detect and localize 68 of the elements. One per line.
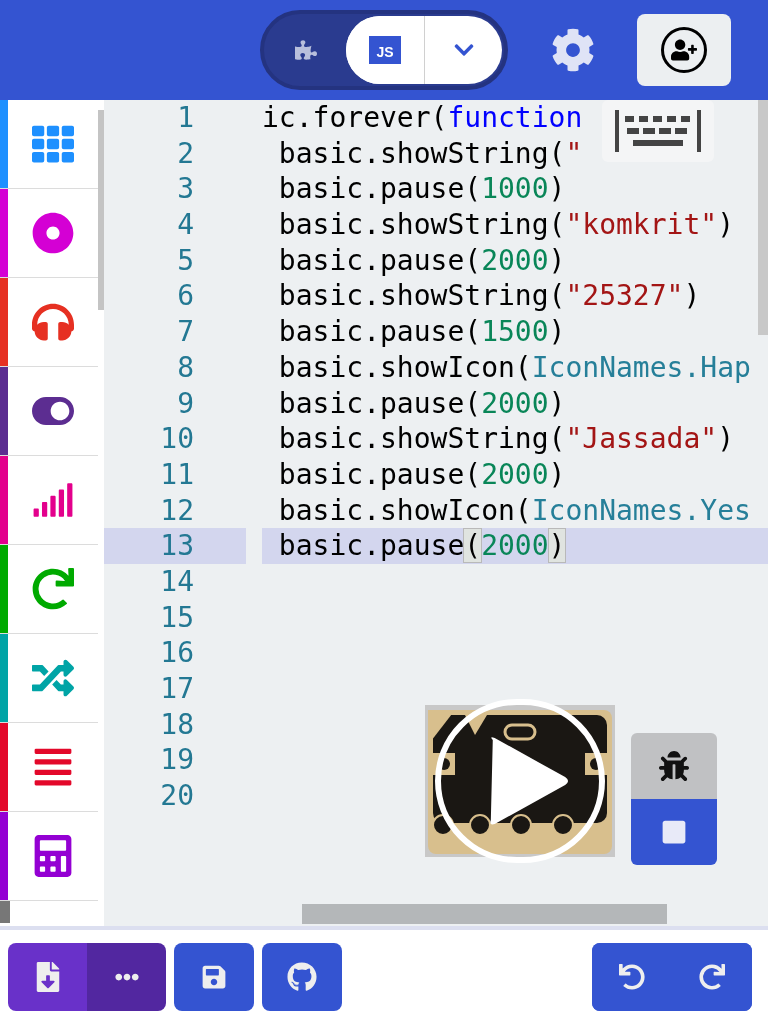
toolbox-category[interactable] — [0, 278, 98, 367]
debug-button[interactable] — [631, 733, 717, 799]
code-line: basic.pause(1000) — [277, 171, 566, 208]
keyboard-button[interactable] — [602, 100, 714, 162]
stop-button[interactable] — [631, 799, 717, 865]
save-button[interactable] — [174, 943, 254, 1011]
line-number: 11 — [159, 456, 195, 493]
shuffle-icon — [32, 657, 74, 699]
line-number: 3 — [176, 171, 195, 208]
js-icon: JS — [369, 36, 401, 64]
line-number: 4 — [176, 207, 195, 243]
line-number: 20 — [159, 778, 195, 814]
line-number: 16 — [159, 635, 195, 671]
line-number: 13 — [104, 528, 246, 564]
line-number: 17 — [159, 671, 195, 707]
line-number: 2 — [176, 135, 195, 172]
code-line: basic.pause(2000) — [277, 385, 566, 422]
code-line: ic.forever(function — [262, 100, 583, 136]
loop-arrow-icon — [32, 568, 74, 610]
code-line: basic.pause(1500) — [277, 314, 566, 350]
undo-icon — [619, 964, 645, 990]
settings-button[interactable] — [550, 27, 596, 73]
toolbox-category[interactable] — [0, 456, 98, 545]
settings-icon — [551, 28, 595, 72]
code-line: basic.showIcon(IconNames.Yes — [277, 492, 751, 529]
line-number: 19 — [159, 742, 195, 779]
list-lines-icon — [32, 746, 74, 788]
line-number: 5 — [176, 242, 195, 279]
user-add-icon — [661, 27, 707, 73]
puzzle-icon — [295, 39, 317, 61]
line-number: 8 — [176, 349, 195, 386]
code-line: basic.showIcon(IconNames.Hap — [277, 349, 751, 386]
toolbox-category[interactable] — [0, 367, 98, 456]
line-number: 6 — [176, 278, 195, 315]
redo-icon — [699, 964, 725, 990]
line-number: 7 — [176, 314, 195, 350]
code-line: basic.pause(2000) — [277, 456, 566, 493]
code-line: basic.pause(2000) — [277, 242, 566, 279]
grid-icon — [32, 123, 74, 165]
stop-icon — [661, 819, 687, 845]
line-number: 18 — [159, 706, 195, 743]
line-number: 10 — [159, 421, 195, 457]
bug-icon — [659, 751, 689, 781]
calculator-icon — [32, 835, 74, 877]
download-button[interactable] — [8, 943, 87, 1011]
scrollbar-thumb[interactable] — [98, 110, 104, 310]
code-line: basic.showString("25327") — [277, 278, 701, 315]
toolbox-category[interactable] — [0, 189, 98, 278]
code-line: basic.showString("Jassada") — [277, 421, 734, 457]
line-number: 14 — [159, 563, 195, 600]
play-button[interactable] — [435, 699, 605, 863]
line-number: 15 — [159, 599, 195, 636]
line-number: 12 — [159, 492, 195, 529]
toolbox-category[interactable] — [0, 812, 98, 901]
code-line: basic.showString(" — [277, 135, 583, 172]
line-number: 9 — [176, 385, 195, 422]
line-number: 1 — [176, 100, 195, 136]
github-button[interactable] — [262, 943, 342, 1011]
account-button[interactable] — [637, 14, 731, 86]
headphones-icon — [32, 301, 74, 343]
more-button[interactable] — [87, 943, 166, 1011]
code-line: basic.showString("komkrit") — [277, 207, 734, 243]
github-icon — [287, 962, 317, 992]
save-icon — [201, 964, 227, 990]
horizontal-scrollbar-thumb[interactable] — [302, 904, 667, 924]
toolbox-category[interactable] — [0, 723, 98, 812]
code-line: basic.pause(2000) — [277, 528, 566, 564]
file-download-icon — [35, 962, 60, 992]
